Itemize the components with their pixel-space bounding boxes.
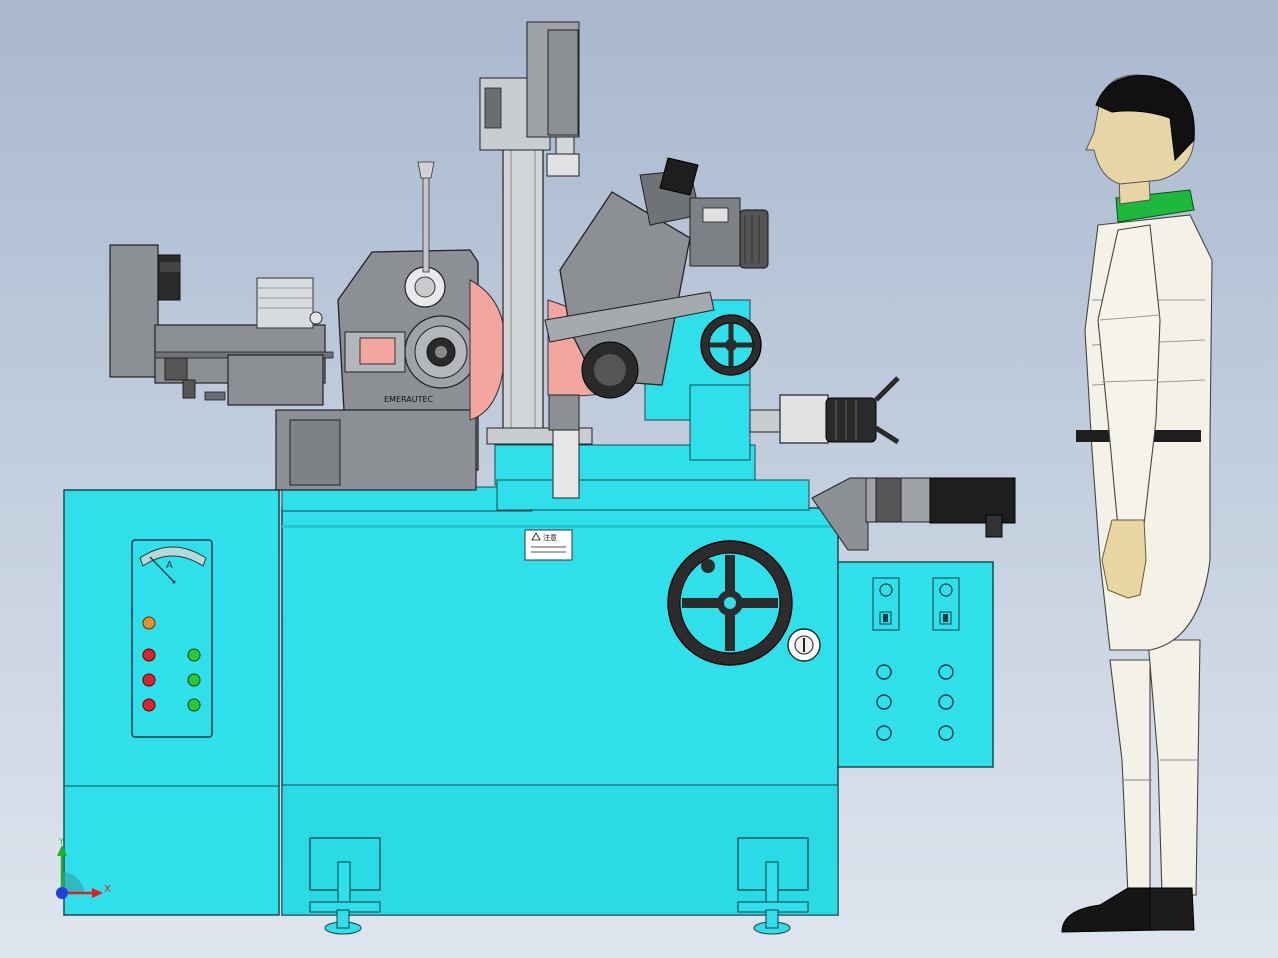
- y-axis-label: Y: [58, 837, 64, 846]
- small-handwheel[interactable]: [700, 314, 762, 376]
- warning-label-title: 注意: [543, 533, 557, 542]
- human-reference-model[interactable]: [1061, 74, 1213, 933]
- right-servo-motor[interactable]: [811, 477, 1016, 551]
- work-table: [496, 479, 810, 511]
- z-axis-marker: [56, 887, 68, 899]
- indicator-lamp-red[interactable]: [142, 673, 156, 687]
- indicator-lamp-red[interactable]: [142, 648, 156, 662]
- indicator-lamp-green[interactable]: [187, 673, 201, 687]
- right-control-box[interactable]: [837, 561, 994, 768]
- warning-label: 注意: [524, 529, 573, 561]
- ammeter-unit-label: A: [166, 560, 173, 571]
- rotary-knob[interactable]: [787, 628, 821, 662]
- left-control-panel[interactable]: A: [131, 539, 213, 738]
- x-axis-label: X: [104, 884, 111, 895]
- tailstock[interactable]: [749, 376, 900, 445]
- brand-label: EMERAUTEC: [384, 395, 434, 404]
- table-strip: [281, 486, 533, 512]
- indicator-lamp-green[interactable]: [187, 648, 201, 662]
- cad-model-scene[interactable]: A EMERAUTEC 注意 X Y: [0, 0, 1278, 958]
- indicator-lamp-green[interactable]: [187, 698, 201, 712]
- indicator-lamp-orange: [142, 616, 156, 630]
- small-motor: [256, 277, 323, 329]
- main-handwheel[interactable]: [667, 540, 793, 666]
- indicator-lamp-red[interactable]: [142, 698, 156, 712]
- cad-viewport[interactable]: A EMERAUTEC 注意 X Y: [0, 0, 1278, 958]
